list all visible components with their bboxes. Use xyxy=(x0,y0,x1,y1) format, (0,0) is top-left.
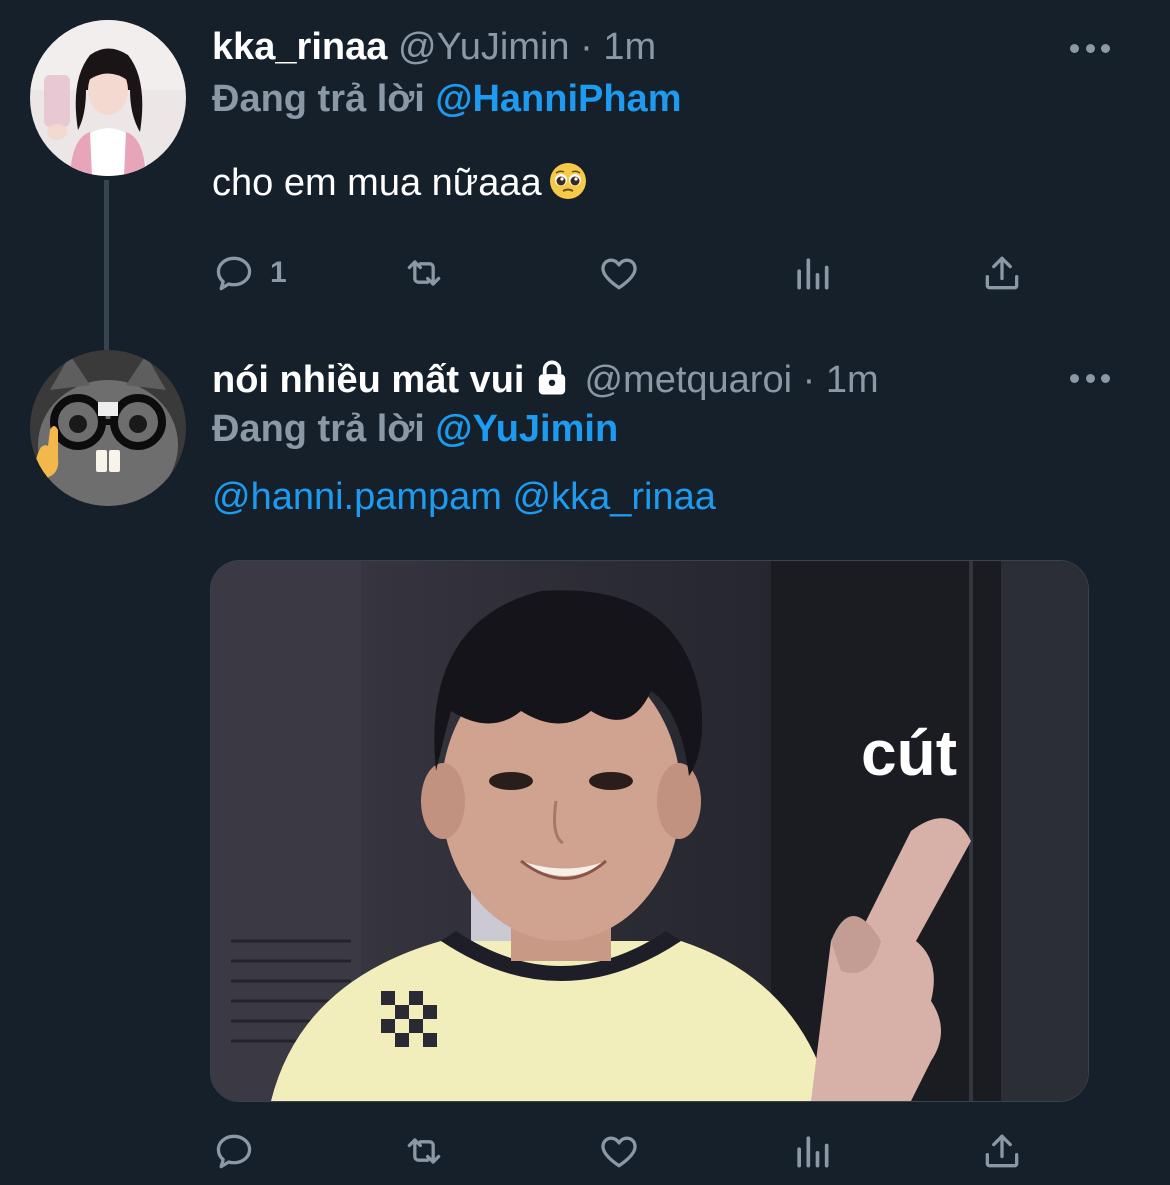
like-button[interactable] xyxy=(597,248,641,298)
retweet-button[interactable] xyxy=(402,1126,446,1176)
retweet-button[interactable] xyxy=(402,248,446,298)
analytics-button[interactable] xyxy=(790,1126,834,1176)
separator: · xyxy=(580,26,593,68)
reply-count: 1 xyxy=(270,256,287,289)
tweet-text-content: cho em mua nữaaa xyxy=(212,162,542,204)
share-icon xyxy=(985,1134,1019,1168)
handle[interactable]: @metquaroi xyxy=(584,359,792,401)
handle[interactable]: @YuJimin xyxy=(398,26,570,68)
reply-icon xyxy=(216,256,252,291)
reply-icon xyxy=(216,1134,252,1169)
share-icon xyxy=(985,256,1019,290)
lock-icon xyxy=(539,360,566,395)
tweet-actions: 1 xyxy=(212,248,1042,298)
display-name[interactable]: kka_rinaa xyxy=(212,26,387,68)
mention-link[interactable]: @hanni.pampam xyxy=(212,476,502,518)
display-name[interactable]: nói nhiều mất vui xyxy=(212,359,524,401)
tweet-header: nói nhiều mất vui @metquaroi · 1m xyxy=(212,357,879,403)
like-button[interactable] xyxy=(597,1126,641,1176)
mention-link[interactable]: @kka_rinaa xyxy=(513,476,716,518)
replying-mention[interactable]: @YuJimin xyxy=(435,408,618,450)
pleading-face-icon xyxy=(549,163,586,199)
share-button[interactable] xyxy=(980,1126,1024,1176)
media-caption: cút xyxy=(861,717,957,789)
timestamp[interactable]: 1m xyxy=(826,359,879,401)
analytics-icon xyxy=(797,258,829,290)
tweet-media-image[interactable]: cút xyxy=(210,560,1089,1102)
more-icon[interactable] xyxy=(1070,368,1110,388)
separator: · xyxy=(802,359,816,401)
like-icon xyxy=(601,1136,637,1168)
reply-button[interactable] xyxy=(212,1126,256,1176)
analytics-icon xyxy=(797,1136,829,1168)
replying-mention[interactable]: @HanniPham xyxy=(435,78,681,120)
replying-prefix: Đang trả lời xyxy=(212,408,425,450)
share-button[interactable] xyxy=(980,248,1024,298)
avatar[interactable] xyxy=(30,20,186,176)
thread-line xyxy=(104,180,109,350)
analytics-button[interactable] xyxy=(790,248,834,298)
retweet-icon xyxy=(407,1138,441,1164)
timestamp[interactable]: 1m xyxy=(603,26,656,68)
retweet-icon xyxy=(407,260,441,286)
tweet-actions xyxy=(212,1126,1042,1176)
tweet-text: cho em mua nữaaa xyxy=(212,160,588,206)
like-icon xyxy=(601,258,637,290)
tweet-header: kka_rinaa @YuJimin · 1m xyxy=(212,24,656,70)
more-icon[interactable] xyxy=(1070,38,1110,58)
replying-prefix: Đang trả lời xyxy=(212,78,425,120)
tweet-text: @hanni.pampam @kka_rinaa xyxy=(212,474,716,520)
reply-button[interactable]: 1 xyxy=(212,248,287,298)
replying-to: Đang trả lời @HanniPham xyxy=(212,76,681,122)
replying-to: Đang trả lời @YuJimin xyxy=(212,406,618,452)
avatar[interactable] xyxy=(30,350,186,506)
